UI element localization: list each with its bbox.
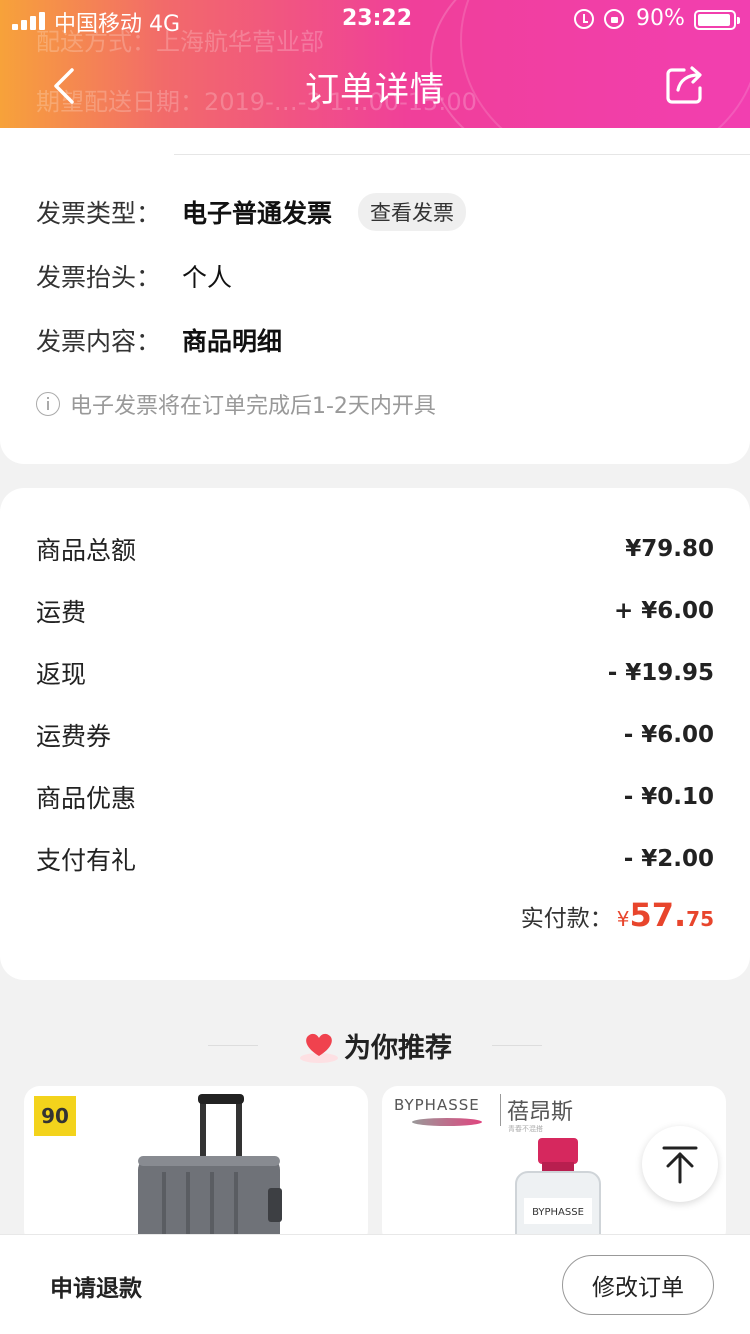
summary-label: 支付有礼: [36, 846, 137, 875]
paid-amount: 实付款： ¥ 57. 75: [521, 896, 714, 934]
brand-logo-swoosh: [412, 1118, 482, 1126]
summary-row: 运费 + ¥6.00: [36, 591, 714, 631]
modify-order-button[interactable]: 修改订单: [562, 1255, 714, 1315]
divider: [208, 1045, 258, 1046]
summary-label: 运费券: [36, 722, 112, 751]
invoice-type-row: 发票类型： 电子普通发票 查看发票: [36, 192, 714, 232]
summary-value: + ¥6.00: [613, 598, 714, 624]
alarm-icon: [574, 9, 594, 29]
view-invoice-button[interactable]: 查看发票: [358, 193, 467, 231]
price-summary-card: 商品总额 ¥79.80 运费 + ¥6.00 返现 - ¥19.95 运费券 -…: [0, 488, 750, 980]
summary-value: - ¥19.95: [607, 660, 714, 686]
signal-icon: [12, 10, 45, 30]
request-refund-button[interactable]: 申请退款: [50, 1269, 142, 1303]
brand-badge: 90: [34, 1096, 76, 1136]
invoice-type-label: 发票类型：: [36, 199, 162, 228]
carrier-label: 中国移动 4G: [54, 12, 181, 37]
paid-integer: 57.: [629, 896, 687, 934]
product-card[interactable]: 90: [24, 1086, 368, 1246]
rotation-lock-icon: [604, 9, 624, 29]
summary-label: 返现: [36, 660, 87, 689]
battery-percent: 90%: [636, 6, 685, 31]
summary-row: 返现 - ¥19.95: [36, 653, 714, 693]
summary-row: 商品优惠 - ¥0.10: [36, 777, 714, 817]
brand-name-en: BYPHASSE: [394, 1096, 480, 1114]
summary-row: 支付有礼 - ¥2.00: [36, 839, 714, 879]
invoice-content-row: 发票内容： 商品明细: [36, 320, 714, 360]
invoice-title-label: 发票抬头：: [36, 263, 162, 292]
invoice-content-value: 商品明细: [182, 327, 283, 356]
divider: [492, 1045, 542, 1046]
summary-row: 运费券 - ¥6.00: [36, 715, 714, 755]
paid-decimal: 75: [686, 907, 714, 931]
brand-name-cn: 蓓昂斯: [500, 1094, 573, 1126]
brand-slogan: 青春不混搭: [508, 1125, 543, 1133]
arrow-up-icon: [662, 1146, 698, 1184]
page-title: 订单详情: [305, 70, 445, 110]
status-bar: 中国移动 4G 23:22 90%: [0, 0, 750, 40]
divider: [174, 154, 750, 155]
summary-label: 商品总额: [36, 536, 137, 565]
summary-value: - ¥6.00: [623, 722, 714, 748]
scroll-to-top-button[interactable]: [642, 1126, 718, 1202]
summary-value: - ¥0.10: [623, 784, 714, 810]
recommend-header: 为你推荐: [0, 1026, 750, 1065]
invoice-type-value: 电子普通发票: [182, 199, 333, 228]
bottom-action-bar: 申请退款 修改订单: [0, 1234, 750, 1334]
invoice-note: 电子发票将在订单完成后1-2天内开具: [36, 388, 436, 420]
clock: 23:22: [342, 6, 413, 31]
summary-label: 运费: [36, 598, 87, 627]
summary-value: - ¥2.00: [623, 846, 714, 872]
invoice-note-text: 电子发票将在订单完成后1-2天内开具: [70, 394, 436, 419]
summary-value: ¥79.80: [625, 536, 714, 562]
header: 配送方式：上海航华营业部 期望配送日期：2019-…-3 1…00-15:00 …: [0, 0, 750, 128]
heart-icon: [300, 1033, 338, 1063]
invoice-title-row: 发票抬头： 个人: [36, 256, 714, 296]
summary-label: 商品优惠: [36, 784, 137, 813]
summary-row: 商品总额 ¥79.80: [36, 529, 714, 569]
info-icon: [36, 392, 60, 416]
invoice-content-label: 发票内容：: [36, 327, 162, 356]
paid-label: 实付款：: [520, 906, 613, 932]
invoice-title-value: 个人: [182, 263, 233, 292]
recommend-title: 为你推荐: [344, 1033, 452, 1064]
micellar-bottle-image: BYPHASSE: [515, 1138, 601, 1246]
invoice-card: 发票类型： 电子普通发票 查看发票 发票抬头： 个人 发票内容： 商品明细 电子…: [0, 128, 750, 464]
paid-currency: ¥: [616, 907, 630, 931]
battery-icon: [694, 10, 740, 30]
share-icon[interactable]: [664, 62, 708, 106]
suitcase-image: [138, 1094, 282, 1246]
bottle-label: BYPHASSE: [532, 1207, 584, 1218]
